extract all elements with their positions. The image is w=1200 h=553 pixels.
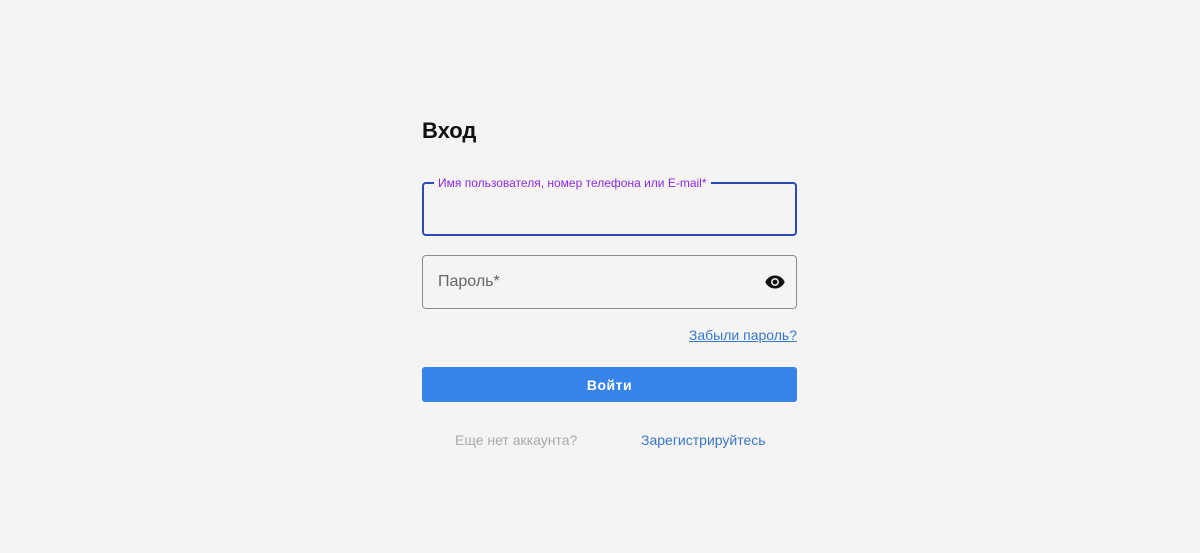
password-input[interactable] (423, 256, 796, 308)
forgot-password-link[interactable]: Забыли пароль? (689, 327, 797, 343)
password-field[interactable]: Пароль* (422, 255, 797, 309)
username-field[interactable]: Имя пользователя, номер телефона или E-m… (422, 175, 797, 236)
no-account-text: Еще нет аккаунта? (455, 432, 578, 448)
eye-icon[interactable] (764, 272, 786, 292)
signup-row: Еще нет аккаунта? Зарегистрируйтесь (422, 431, 797, 449)
register-link[interactable]: Зарегистрируйтесь (641, 431, 766, 449)
login-form: Вход Имя пользователя, номер телефона ил… (422, 113, 797, 448)
page-title: Вход (422, 118, 477, 143)
login-button[interactable]: Войти (422, 367, 797, 402)
username-input[interactable] (424, 184, 795, 234)
